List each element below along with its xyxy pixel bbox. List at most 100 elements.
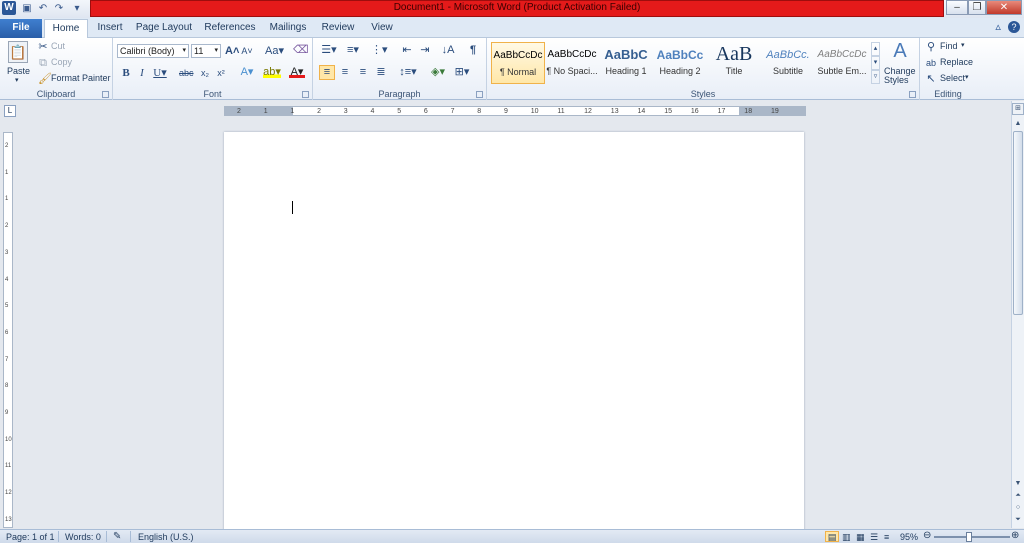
- bullets-icon[interactable]: ☰▾: [321, 44, 337, 56]
- tab-home[interactable]: Home: [44, 19, 88, 39]
- vertical-ruler[interactable]: 2 1 1 2 3 4 5 6 7 8 9 10 11 12 13: [3, 132, 13, 528]
- tab-references[interactable]: References: [200, 19, 260, 38]
- show-formatting-icon[interactable]: ¶: [467, 44, 479, 56]
- clear-formatting-icon[interactable]: ⌫: [293, 44, 309, 56]
- tab-review[interactable]: Review: [316, 19, 360, 38]
- numbering-icon[interactable]: ≡▾: [345, 44, 361, 56]
- grow-font-icon[interactable]: A˄: [225, 45, 239, 57]
- font-size-combo[interactable]: 11 ▾: [191, 44, 221, 58]
- align-center-icon[interactable]: ≡: [339, 66, 351, 78]
- minimize-button[interactable]: –: [946, 0, 968, 15]
- strikethrough-icon[interactable]: abc: [179, 67, 194, 79]
- styles-scroll-down-icon[interactable]: ▾: [871, 56, 880, 70]
- styles-scroll-up-icon[interactable]: ▴: [871, 42, 880, 56]
- font-launcher-icon[interactable]: [302, 91, 309, 98]
- ruler-toggle-icon[interactable]: ⊞: [1012, 103, 1024, 115]
- draft-view-icon[interactable]: ≡: [884, 532, 889, 542]
- outline-view-icon[interactable]: ☰: [870, 532, 878, 543]
- paragraph-launcher-icon[interactable]: [476, 91, 483, 98]
- scroll-thumb[interactable]: [1013, 131, 1023, 315]
- multilevel-list-icon[interactable]: ⋮▾: [371, 44, 388, 56]
- print-layout-view-icon[interactable]: ▤: [825, 531, 839, 542]
- sort-icon[interactable]: ↓A: [441, 44, 455, 56]
- paste-dropdown-icon[interactable]: ▾: [15, 76, 19, 84]
- align-left-icon[interactable]: ≡: [319, 65, 335, 80]
- word-app-icon[interactable]: W: [2, 1, 16, 15]
- web-layout-icon[interactable]: ▦: [856, 532, 865, 543]
- scroll-up-icon[interactable]: ▲: [1012, 119, 1024, 129]
- style-subtle-emphasis[interactable]: AaBbCcDc Subtle Em...: [815, 42, 869, 84]
- style-heading-2[interactable]: AaBbCc Heading 2: [653, 42, 707, 84]
- style-subtitle[interactable]: AaBbCc. Subtitle: [761, 42, 815, 84]
- chevron-down-icon[interactable]: ▾: [965, 73, 969, 81]
- change-styles-button-line2[interactable]: Styles: [884, 75, 909, 85]
- justify-icon[interactable]: ≣: [375, 66, 387, 78]
- zoom-in-icon[interactable]: ⊕: [1011, 530, 1019, 541]
- save-icon[interactable]: ▣: [20, 2, 34, 15]
- line-spacing-icon[interactable]: ↕≡▾: [399, 66, 417, 78]
- style-no-spacing[interactable]: AaBbCcDc ¶ No Spaci...: [545, 42, 599, 84]
- full-screen-reading-icon[interactable]: ▥: [842, 532, 851, 543]
- shrink-font-icon[interactable]: A˅: [241, 45, 253, 57]
- document-page[interactable]: [224, 132, 804, 532]
- paste-button[interactable]: Paste: [7, 66, 30, 76]
- language-status[interactable]: English (U.S.): [138, 532, 194, 542]
- close-button[interactable]: ✕: [986, 0, 1022, 15]
- redo-icon[interactable]: ↷: [52, 2, 66, 15]
- scroll-down-icon[interactable]: ▼: [1012, 479, 1024, 489]
- horizontal-ruler[interactable]: 2 1 1 2 3 4 5 6 7 8 9 10 11 12 13 14 15 16 17 18 19: [224, 106, 806, 116]
- tab-view[interactable]: View: [362, 19, 402, 38]
- tab-selector-icon[interactable]: L: [4, 105, 16, 117]
- tab-file[interactable]: File: [0, 19, 42, 38]
- style-normal[interactable]: AaBbCcDc ¶ Normal: [491, 42, 545, 84]
- clipboard-launcher-icon[interactable]: [102, 91, 109, 98]
- format-painter-button[interactable]: Format Painter: [51, 73, 111, 83]
- text-effects-icon[interactable]: A▾: [239, 66, 255, 78]
- help-icon[interactable]: ?: [1008, 21, 1020, 33]
- select-browse-object-icon[interactable]: ○: [1012, 503, 1024, 513]
- borders-icon[interactable]: ⊞▾: [453, 66, 471, 78]
- proofing-icon[interactable]: ✎: [113, 531, 121, 542]
- paste-icon[interactable]: 📋: [8, 41, 28, 63]
- decrease-indent-icon[interactable]: ⇤: [401, 44, 413, 56]
- replace-button[interactable]: Replace: [940, 57, 973, 67]
- underline-icon[interactable]: U▾: [153, 67, 167, 79]
- next-page-icon[interactable]: ⏷: [1012, 515, 1024, 525]
- increase-indent-icon[interactable]: ⇥: [419, 44, 431, 56]
- cut-button[interactable]: Cut: [51, 41, 65, 51]
- copy-button[interactable]: Copy: [51, 57, 72, 67]
- tab-mailings[interactable]: Mailings: [264, 19, 312, 38]
- subscript-icon[interactable]: x₂: [199, 67, 211, 79]
- vertical-scrollbar[interactable]: ⊞ ▲ ▼ ⏶ ○ ⏷: [1011, 101, 1024, 528]
- select-button[interactable]: Select: [940, 73, 965, 83]
- previous-page-icon[interactable]: ⏶: [1012, 491, 1024, 501]
- tab-page-layout[interactable]: Page Layout: [132, 19, 196, 38]
- styles-launcher-icon[interactable]: [909, 91, 916, 98]
- maximize-button[interactable]: ❐: [968, 0, 986, 15]
- font-name-combo[interactable]: Calibri (Body) ▾: [117, 44, 189, 58]
- superscript-icon[interactable]: x²: [215, 67, 227, 79]
- minimize-ribbon-icon[interactable]: ▵: [995, 21, 1001, 33]
- chevron-down-icon[interactable]: ▾: [961, 41, 965, 49]
- zoom-slider-track[interactable]: [934, 536, 1010, 538]
- style-heading-1[interactable]: AaBbC Heading 1: [599, 42, 653, 84]
- change-case-icon[interactable]: Aa▾: [265, 45, 284, 57]
- zoom-out-icon[interactable]: ⊖: [923, 530, 931, 541]
- change-styles-icon[interactable]: A: [889, 40, 911, 62]
- customize-quick-access-icon[interactable]: ▾: [70, 2, 84, 15]
- page-count-status[interactable]: Page: 1 of 1: [6, 532, 55, 542]
- undo-icon[interactable]: ↶: [36, 2, 50, 15]
- zoom-level[interactable]: 95%: [900, 532, 918, 542]
- shading-icon[interactable]: ◈▾: [429, 66, 447, 78]
- bold-icon[interactable]: B: [121, 67, 131, 79]
- styles-more-icon[interactable]: ▿: [871, 70, 880, 84]
- highlight-color-icon[interactable]: ab▾: [263, 66, 281, 78]
- zoom-slider-thumb[interactable]: [966, 532, 972, 542]
- align-right-icon[interactable]: ≡: [357, 66, 369, 78]
- style-title[interactable]: AaB Title: [707, 42, 761, 84]
- italic-icon[interactable]: I: [137, 67, 147, 79]
- find-button[interactable]: Find: [940, 41, 958, 51]
- word-count-status[interactable]: Words: 0: [65, 532, 101, 542]
- tab-insert[interactable]: Insert: [90, 19, 130, 38]
- font-color-icon[interactable]: A▾: [289, 66, 305, 78]
